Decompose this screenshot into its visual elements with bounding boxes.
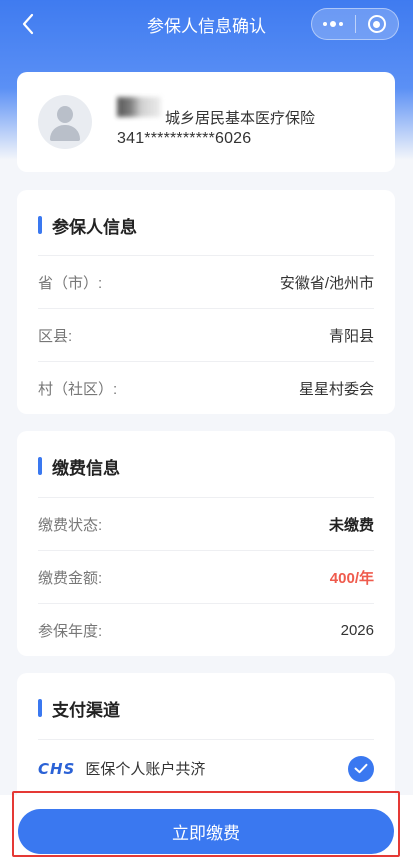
fee-row-amount: 缴费金额: 400/年 xyxy=(38,550,374,603)
insured-info-card: 参保人信息 省（市）: 安徽省/池州市 区县: 青阳县 村（社区）: 星星村委会 xyxy=(17,190,395,414)
row-label: 缴费状态: xyxy=(38,516,103,534)
more-button[interactable] xyxy=(312,9,355,39)
avatar xyxy=(38,95,92,149)
highlight-box xyxy=(12,791,400,857)
more-dots-icon xyxy=(323,21,344,27)
fee-row-status: 缴费状态: 未缴费 xyxy=(38,497,374,550)
blurred-name xyxy=(117,97,161,117)
insurance-year: 2026 xyxy=(340,621,374,639)
fee-row-year: 参保年度: 2026 xyxy=(38,603,374,656)
info-row-county: 区县: 青阳县 xyxy=(38,308,374,361)
chs-logo: CHS xyxy=(38,759,76,778)
row-label: 村（社区）: xyxy=(38,380,118,398)
chevron-left-icon xyxy=(22,13,34,35)
id-number: 341***********6026 xyxy=(117,130,252,147)
payment-option-label: 医保个人账户共济 xyxy=(85,761,206,778)
row-label: 参保年度: xyxy=(38,622,103,640)
row-label: 省（市）: xyxy=(38,274,103,292)
section-title-payment: 缴费信息 xyxy=(38,455,120,478)
payment-status: 未缴费 xyxy=(328,516,374,534)
row-value: 青阳县 xyxy=(328,327,374,345)
section-title-channel: 支付渠道 xyxy=(38,697,120,720)
profile-card: 城乡居民基本医疗保险 341***********6026 xyxy=(17,72,395,172)
back-button[interactable] xyxy=(14,10,42,38)
section-title-insured: 参保人信息 xyxy=(38,214,137,237)
row-value: 星星村委会 xyxy=(298,380,374,398)
row-value: 安徽省/池州市 xyxy=(279,274,374,292)
payment-option-medical-account[interactable]: CHS 医保个人账户共济 xyxy=(38,739,374,797)
row-label: 缴费金额: xyxy=(38,569,103,587)
info-row-village: 村（社区）: 星星村委会 xyxy=(38,361,374,414)
page-title: 参保人信息确认 xyxy=(147,16,266,36)
checkmark-icon[interactable] xyxy=(348,755,374,782)
row-label: 区县: xyxy=(38,327,73,345)
mini-program-capsule xyxy=(311,8,399,40)
close-mini-program-button[interactable] xyxy=(356,9,399,39)
info-row-province: 省（市）: 安徽省/池州市 xyxy=(38,255,374,308)
payment-amount: 400/年 xyxy=(329,569,374,587)
insurance-type: 城乡居民基本医疗保险 xyxy=(165,110,316,127)
target-circle-icon xyxy=(367,15,386,33)
navigation-bar: 参保人信息确认 xyxy=(0,0,413,48)
payment-info-card: 缴费信息 缴费状态: 未缴费 缴费金额: 400/年 参保年度: 2026 xyxy=(17,431,395,656)
